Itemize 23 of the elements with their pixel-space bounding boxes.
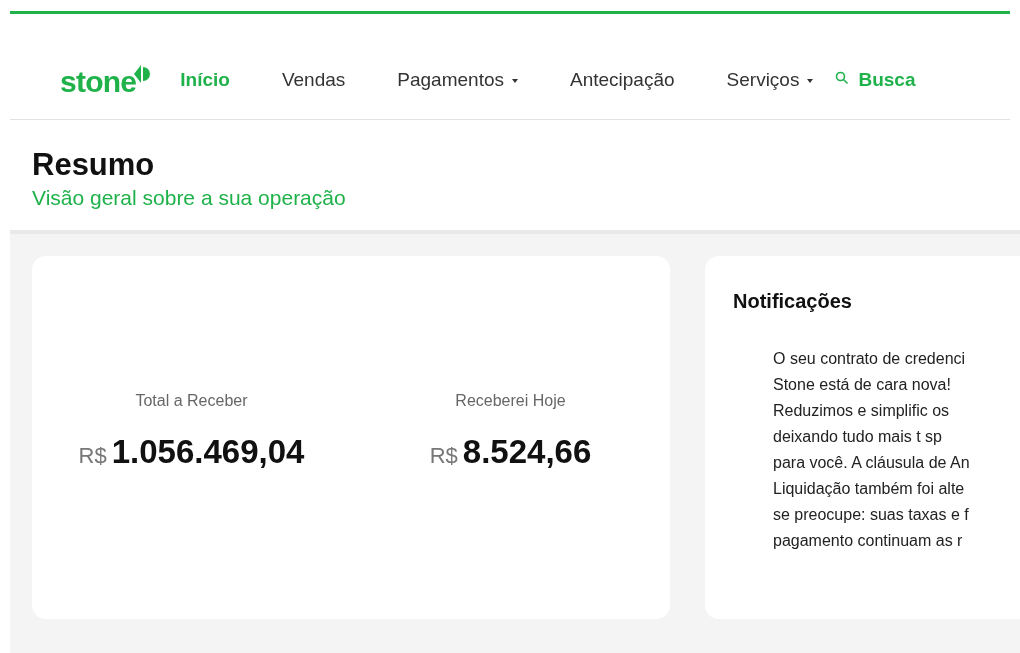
page-subtitle: Visão geral sobre a sua operação: [32, 184, 347, 211]
nav-tab[interactable]: Serviços: [726, 66, 814, 95]
notification-text-line: pagamento continuam as r: [773, 531, 964, 551]
summary-amount: 1.056.469,04: [111, 431, 305, 472]
summary-label: Total a Receber: [135, 390, 248, 411]
notification-text-line: se preocupe: suas taxas e f: [773, 505, 970, 525]
notification-text-line: O seu contrato de credenci: [773, 349, 967, 369]
currency-symbol: R$: [78, 441, 107, 470]
notification-text-line: Liquidação também foi alte: [773, 479, 966, 499]
nav-tab[interactable]: Pagamentos: [397, 66, 518, 95]
notification-text-line: para você. A cláusula de An: [773, 453, 971, 473]
summary-label: Receberei Hoje: [455, 390, 566, 411]
summary-amount: 8.524,66: [462, 431, 592, 472]
nav-tab[interactable]: Vendas: [281, 66, 346, 95]
notifications-title: Notificações: [733, 289, 853, 314]
currency-symbol: R$: [429, 441, 458, 470]
nav-tab[interactable]: Antecipação: [570, 66, 675, 95]
page-title: Resumo: [32, 146, 156, 184]
search-icon: [835, 70, 850, 85]
notification-text-line: Reduzimos e simplific os: [773, 401, 951, 421]
notification-text-line: deixando tudo mais t sp: [773, 427, 943, 447]
notification-text-line: Stone está de cara nova!: [773, 375, 952, 395]
logo-mark-icon: [134, 64, 151, 83]
